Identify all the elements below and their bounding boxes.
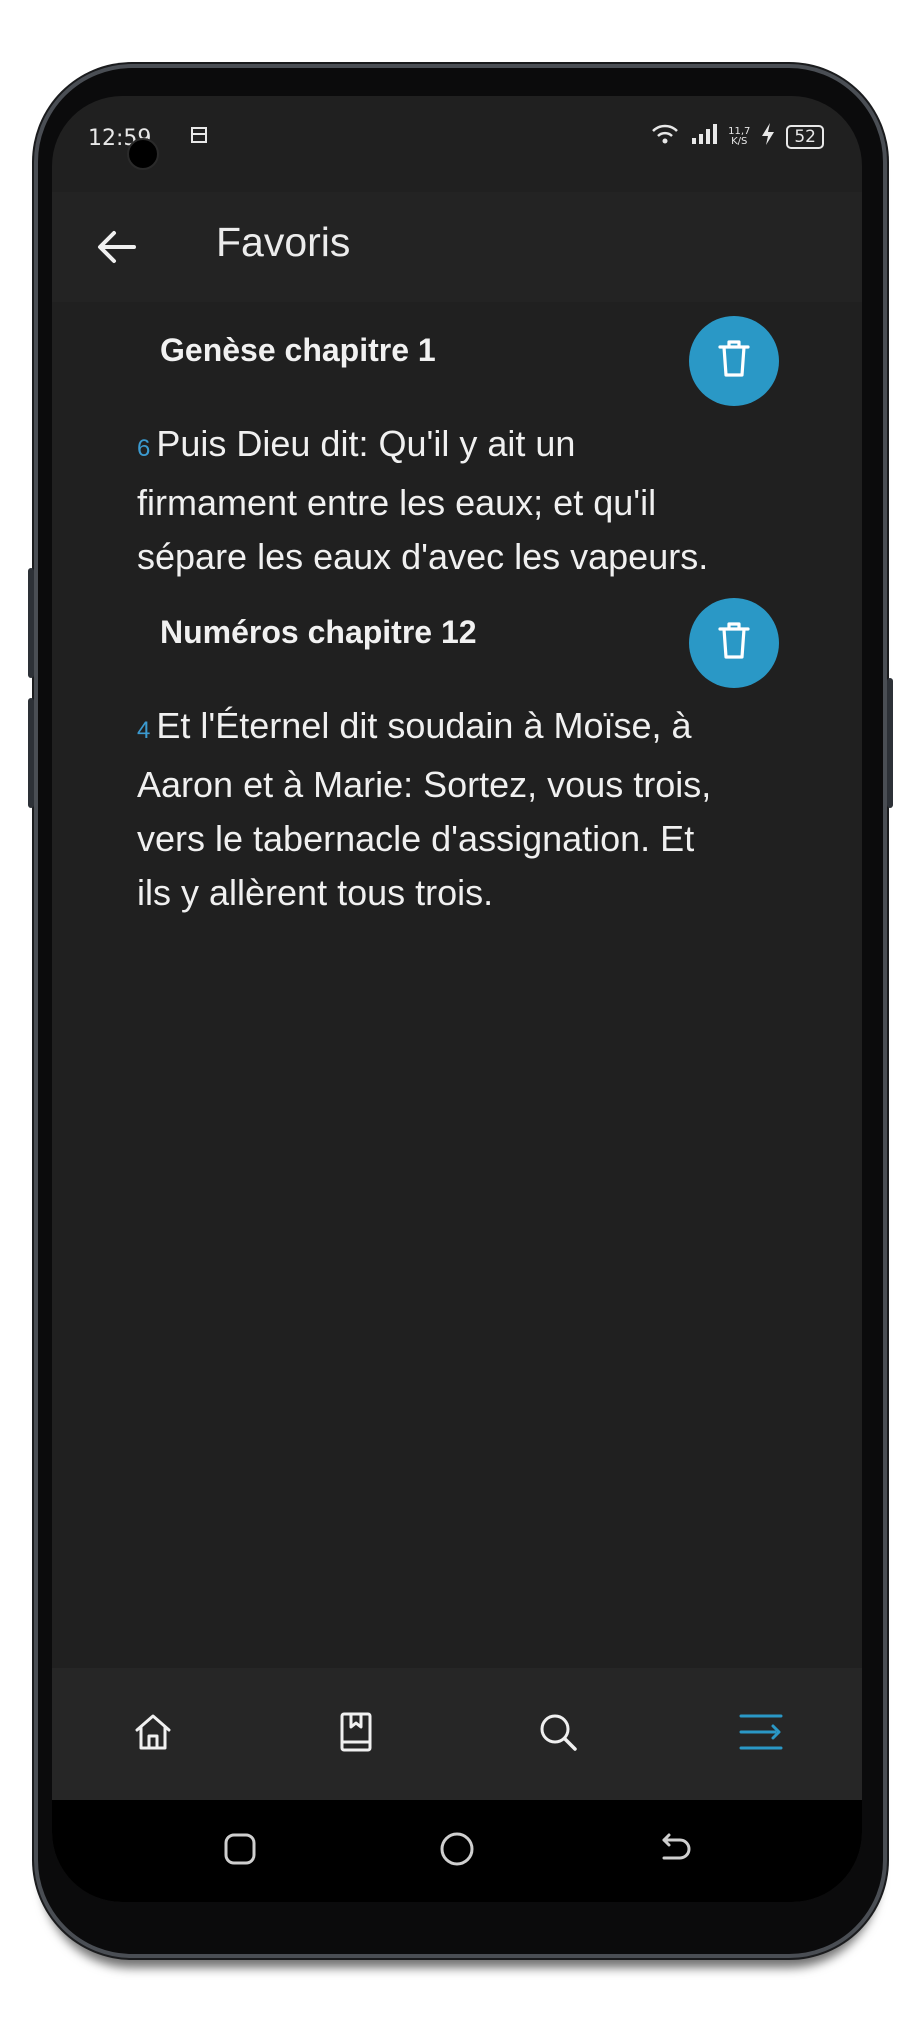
recent-apps-button[interactable]: [210, 1821, 270, 1881]
app-bar: Favoris: [52, 192, 862, 302]
battery-level: 52: [786, 125, 824, 149]
delete-favorite-button[interactable]: [689, 598, 779, 688]
favorite-item: Numéros chapitre 12 4 Et l'Éternel dit so…: [52, 584, 862, 920]
verse-text: Puis Dieu dit: Qu'il y ait un firmament …: [137, 423, 709, 577]
verse: 6 Puis Dieu dit: Qu'il y ait un firmament…: [137, 417, 717, 584]
trash-icon: [714, 337, 754, 385]
signal-icon: [690, 123, 718, 151]
back-system-button[interactable]: [645, 1821, 705, 1881]
chapter-title: Numéros chapitre 12: [160, 614, 477, 650]
arrow-left-icon[interactable]: [92, 222, 142, 272]
verse: 4 Et l'Éternel dit soudain à Moïse, à Aar…: [137, 699, 717, 920]
system-navigation-bar: [52, 1800, 862, 1902]
delete-favorite-button[interactable]: [689, 316, 779, 406]
verse-number: 4: [137, 717, 151, 744]
status-icons: 11,7 K/S 52: [650, 122, 824, 152]
front-camera: [127, 138, 159, 170]
notification-icon: [188, 122, 210, 154]
power-button: [887, 678, 893, 808]
nav-home[interactable]: [108, 1689, 198, 1779]
home-icon: [131, 1710, 175, 1758]
favorite-item: Genèse chapitre 1 6 Puis Dieu dit: Qu'il …: [52, 302, 862, 584]
status-bar: 12:59 11,7 K/S 52: [52, 96, 862, 176]
verse-number: 6: [137, 435, 151, 462]
search-icon: [536, 1710, 580, 1758]
chapter-title: Genèse chapitre 1: [160, 332, 436, 368]
nav-search[interactable]: [513, 1689, 603, 1779]
speed-unit: K/S: [731, 136, 748, 147]
trash-icon: [714, 619, 754, 667]
nav-favorites[interactable]: [716, 1689, 806, 1779]
page-title: Favoris: [216, 219, 351, 265]
volume-up-button: [28, 568, 34, 678]
bottom-navigation: [52, 1668, 862, 1800]
circle-icon: [438, 1830, 476, 1872]
home-system-button[interactable]: [427, 1821, 487, 1881]
favorite-header: Genèse chapitre 1: [52, 302, 862, 417]
square-icon: [222, 1831, 258, 1871]
verse-text: Et l'Éternel dit soudain à Moïse, à Aaro…: [137, 705, 712, 913]
wifi-icon: [650, 122, 680, 152]
favorites-list: Genèse chapitre 1 6 Puis Dieu dit: Qu'il …: [52, 302, 862, 920]
menu-list-icon: [737, 1710, 785, 1758]
volume-down-button: [28, 698, 34, 808]
screen: 12:59 11,7 K/S 52 Favoris Genèse chapitr…: [52, 96, 862, 1902]
network-speed: 11,7 K/S: [728, 127, 750, 147]
favorite-header: Numéros chapitre 12: [52, 584, 862, 699]
charging-icon: [760, 122, 776, 152]
back-arrow-icon: [656, 1830, 694, 1872]
nav-bible[interactable]: [311, 1689, 401, 1779]
book-bookmark-icon: [334, 1710, 378, 1758]
